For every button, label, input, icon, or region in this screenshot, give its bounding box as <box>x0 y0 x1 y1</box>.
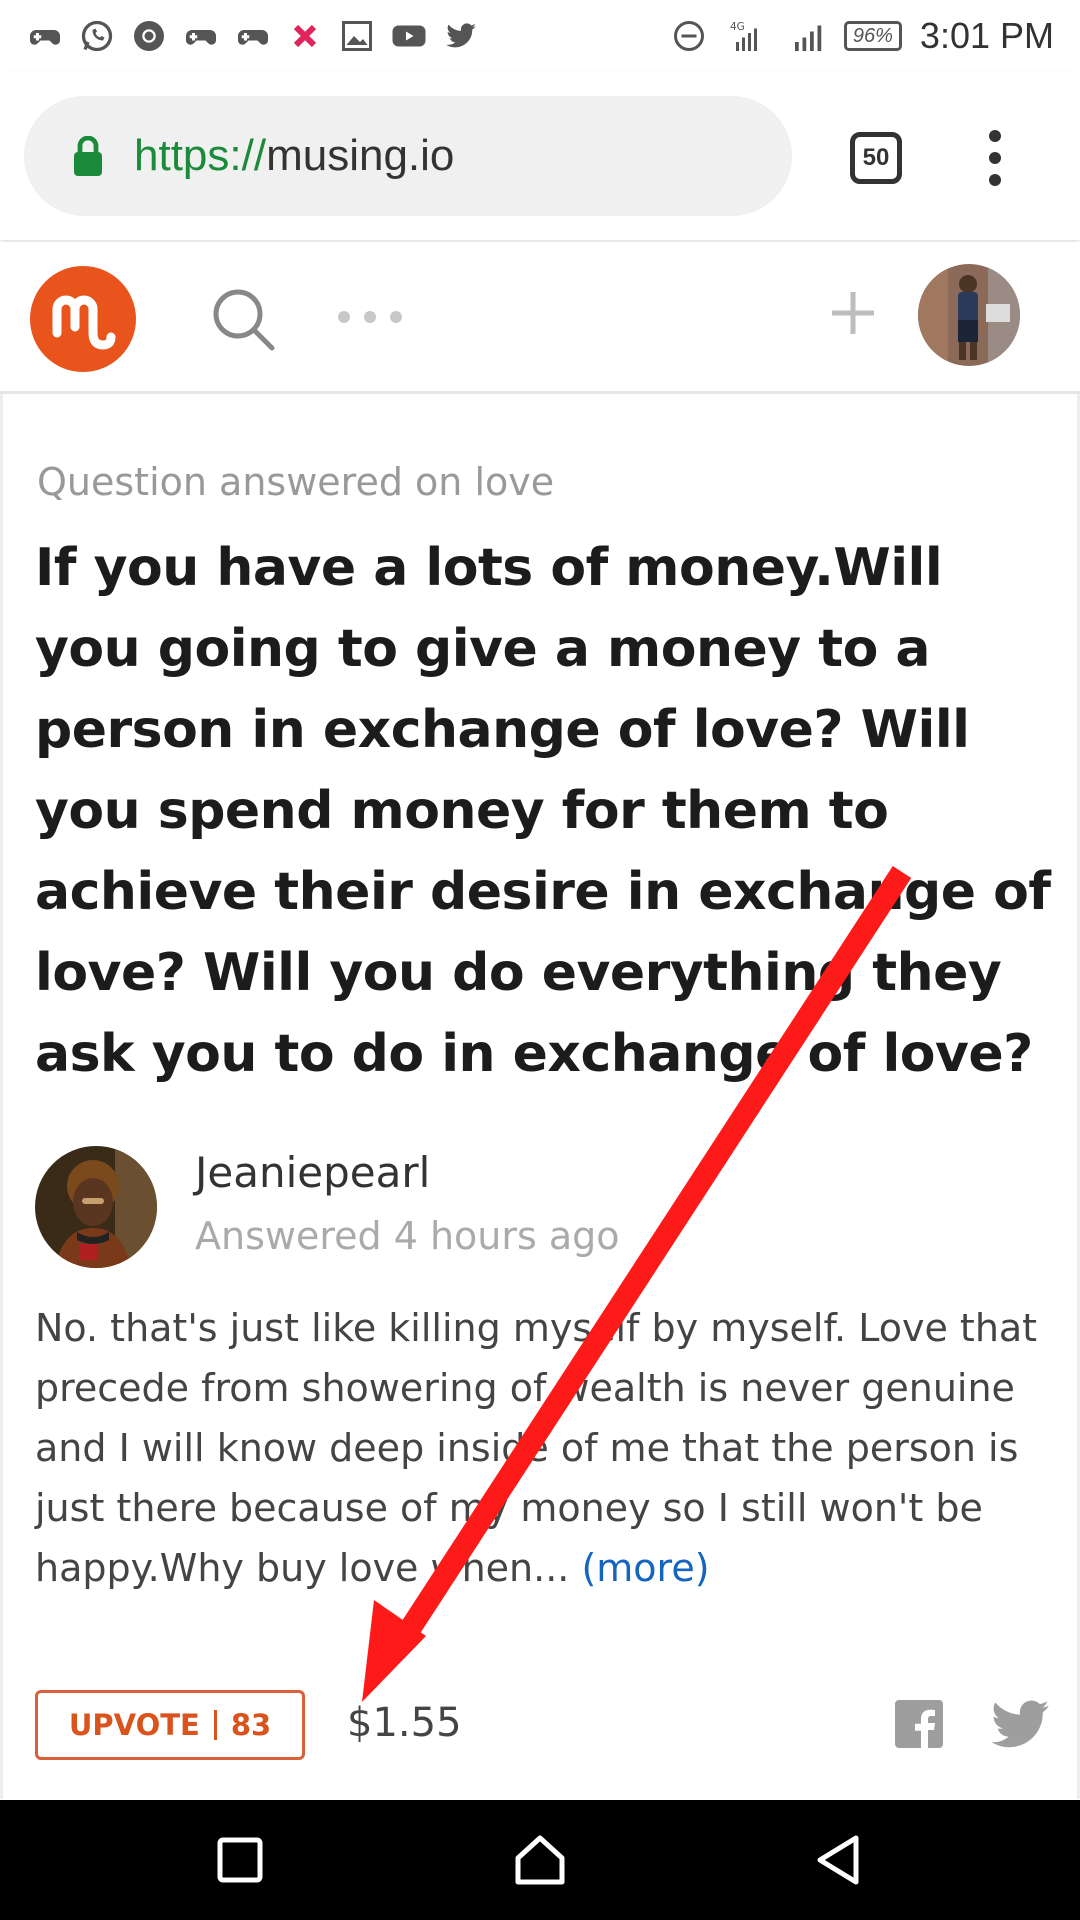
clock: 3:01 PM <box>919 15 1054 56</box>
question-card: Question answered on love If you have a … <box>0 394 1080 1799</box>
answer-text: No. that's just like killing myself by m… <box>35 1306 1038 1590</box>
game-controller-icon <box>26 17 64 55</box>
browser-menu-button[interactable] <box>980 130 1010 186</box>
status-bar: 4G 96% 3:01 PM <box>0 0 1080 72</box>
author-avatar[interactable] <box>35 1146 157 1268</box>
answered-timestamp: Answered 4 hours ago <box>195 1214 620 1258</box>
youtube-icon <box>390 17 428 55</box>
system-status: 4G 96% 3:01 PM <box>670 12 1054 60</box>
more-options-icon[interactable] <box>338 308 402 326</box>
url-host: musing.io <box>266 131 455 180</box>
read-more-link[interactable]: (more) <box>581 1546 709 1590</box>
question-topic-meta[interactable]: Question answered on love <box>37 460 554 504</box>
upvote-label: UPVOTE <box>68 1708 200 1742</box>
browser-toolbar: https://musing.io 50 <box>0 72 1080 240</box>
facebook-share-icon[interactable] <box>895 1700 943 1748</box>
address-bar[interactable]: https://musing.io <box>24 96 792 216</box>
battery-indicator: 96% <box>843 21 902 51</box>
app-header <box>0 242 1080 394</box>
url-text[interactable]: https://musing.io <box>134 131 454 181</box>
do-not-disturb-icon <box>670 17 708 55</box>
url-scheme: https:// <box>134 131 267 180</box>
upvote-divider <box>213 1710 217 1740</box>
add-plus-icon[interactable] <box>830 290 876 336</box>
lock-icon <box>74 136 102 176</box>
user-avatar[interactable] <box>918 264 1020 366</box>
game-controller-icon <box>234 17 272 55</box>
user-avatar-image <box>918 264 1020 366</box>
signal-bars-icon <box>788 17 826 55</box>
musing-logo[interactable] <box>30 266 136 372</box>
tab-switcher-button[interactable]: 50 <box>850 132 902 184</box>
signal-4g-icon: 4G <box>726 17 770 55</box>
back-icon[interactable] <box>810 1830 870 1890</box>
earnings-amount: $1.55 <box>347 1700 462 1746</box>
upvote-button[interactable]: UPVOTE 83 <box>35 1690 305 1760</box>
game-controller-icon <box>182 17 220 55</box>
question-title[interactable]: If you have a lots of money.Will you goi… <box>35 528 1055 1095</box>
twitter-share-icon[interactable] <box>991 1700 1049 1748</box>
close-x-icon <box>286 17 324 55</box>
image-icon <box>338 17 376 55</box>
home-icon[interactable] <box>510 1830 570 1890</box>
recent-apps-icon[interactable] <box>210 1830 270 1890</box>
search-icon[interactable] <box>210 286 276 352</box>
notification-icons <box>26 12 480 60</box>
whatsapp-icon <box>78 17 116 55</box>
network-label: 4G <box>730 21 745 33</box>
chrome-icon <box>130 17 168 55</box>
answer-body: No. that's just like killing myself by m… <box>35 1298 1045 1598</box>
system-navigation-bar <box>0 1800 1080 1920</box>
musing-logo-icon <box>52 295 116 350</box>
author-name[interactable]: Jeaniepearl <box>195 1148 430 1197</box>
twitter-icon <box>442 17 480 55</box>
author-avatar-image <box>35 1146 157 1268</box>
upvote-count: 83 <box>230 1708 272 1742</box>
